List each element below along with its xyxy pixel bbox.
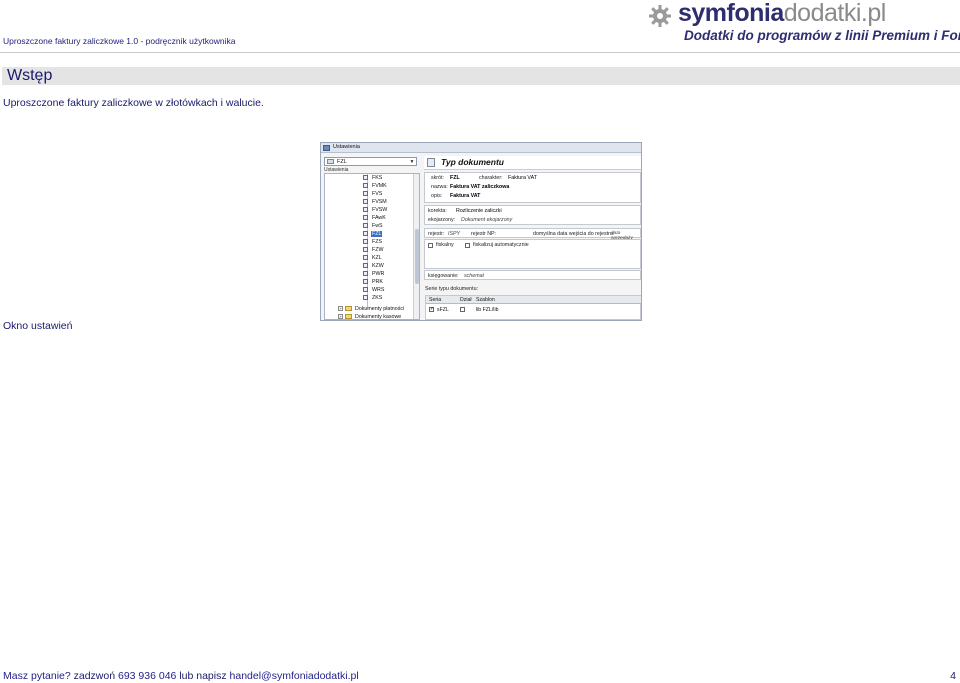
expand-icon: + (338, 314, 343, 319)
intro-paragraph: Uproszczone faktury zaliczkowe w złotówk… (3, 97, 264, 109)
tree-item: PWR (363, 271, 385, 279)
fiskalizuj-checkbox (465, 243, 470, 248)
rejestr-group: rejestr: ISPY rejestr NP: domyślna data … (424, 228, 641, 241)
tree-item: FVSM (363, 199, 388, 207)
document-type-combo: FZL ▼ (324, 157, 417, 166)
tree-item: WRS (363, 287, 385, 295)
korekta-group: korekta: Rozliczenie zaliczki ekojarzony… (424, 205, 641, 225)
section-heading-bar: Wstęp (2, 67, 960, 85)
series-caption: Serie typu dokumentu: (425, 286, 478, 292)
series-row-checkbox (429, 306, 434, 312)
series-table: Seria Dział Szablon sFZL lib FZL/lib (425, 295, 641, 320)
tree-node: + Dokumenty płatności (338, 306, 405, 312)
document-icon (363, 199, 368, 204)
footer-contact: Masz pytanie? zadzwoń 693 936 046 lub na… (3, 670, 359, 682)
scrollbar-thumb (415, 229, 419, 284)
document-header: Uproszczone faktury zaliczkowe 1.0 - pod… (0, 0, 960, 53)
tree-item: FVMK (363, 183, 388, 191)
document-icon (363, 239, 368, 244)
settings-window-screenshot: Ustawienia FZL ▼ Ustawienia FKS FVMK FVS… (320, 142, 642, 321)
folder-icon (345, 314, 352, 319)
document-icon (363, 287, 368, 292)
page-number: 4 (950, 670, 956, 682)
rejestr-value: ISPY (448, 231, 461, 237)
dzial-checkbox (460, 307, 465, 312)
opis-value: Faktura VAT (450, 193, 481, 199)
fiskalny-checkbox (428, 243, 433, 248)
window-icon (323, 145, 330, 151)
tree-node: + Dokumenty kasowe (338, 314, 402, 320)
tree-item: KZW (363, 263, 385, 271)
gear-icon (649, 5, 671, 27)
korekta-value: Rozliczenie zaliczki (456, 208, 502, 214)
ksiegowanie-value: schemat (464, 273, 485, 279)
phone-number[interactable]: 693 936 046 (118, 670, 176, 682)
charakter-value: Faktura VAT (508, 175, 537, 181)
tree-item: ZKS (363, 295, 383, 303)
series-table-header: Seria Dział Szablon (426, 296, 641, 304)
document-icon (363, 263, 368, 268)
series-name-cell: sFZL (437, 307, 449, 313)
footer-question: Masz pytanie? (3, 670, 71, 682)
document-title: Uproszczone faktury zaliczkowe 1.0 - pod… (3, 36, 236, 46)
basic-fields-group: skrót: FZL charakter: Faktura VAT nazwa:… (424, 172, 641, 203)
ksiegowanie-group: księgowanie: schemat (424, 270, 641, 280)
symfoniadodatki-logo: symfoniadodatki.pl Dodatki do programów … (648, 0, 960, 47)
section-title: Wstęp (7, 67, 53, 84)
document-icon (363, 255, 368, 260)
window-title: Ustawienia (333, 144, 360, 150)
nazwa-value: Faktura VAT zaliczkowa (450, 184, 510, 190)
footer-or-text: lub napisz (179, 670, 227, 682)
document-icon (363, 183, 368, 188)
tree-item: KZL (363, 255, 383, 263)
series-template-cell: lib FZL/lib (476, 307, 499, 313)
combo-value: FZL (337, 159, 347, 165)
ekojarzony-value: Dokument ekojarzony (461, 217, 513, 223)
window-titlebar: Ustawienia (321, 143, 641, 153)
document-icon (363, 271, 368, 276)
tree-item: PRK (363, 279, 384, 287)
logo-tagline: Dodatki do programów z linii Premium i F… (684, 28, 960, 43)
panel-title: Typ dokumentu (441, 157, 504, 167)
document-icon (363, 279, 368, 284)
tree-item: FKS (363, 175, 383, 183)
document-icon (363, 175, 368, 180)
tree-item-selected: FZL (363, 231, 383, 239)
skrot-value: FZL (450, 175, 460, 181)
tree-item: FVS (363, 191, 383, 199)
logo-wordmark: symfoniadodatki.pl (678, 0, 886, 27)
document-icon (363, 247, 368, 252)
tree-item: FZW (363, 247, 384, 255)
expand-icon: + (338, 306, 343, 311)
tree-item: FZS (363, 239, 383, 247)
document-icon (327, 159, 334, 164)
tree-item: FVSW (363, 207, 388, 215)
document-icon (363, 207, 368, 212)
fiscal-group: fiskalny fiskalizuj automatycznie (424, 239, 641, 269)
document-icon (363, 295, 368, 300)
chevron-down-icon: ▼ (409, 159, 415, 165)
panel-header: Typ dokumentu (424, 156, 641, 170)
document-icon (363, 215, 368, 220)
footer-call-text: zadzwoń (73, 670, 116, 682)
tree-scrollbar (413, 174, 419, 319)
email-link[interactable]: handel@symfoniadodatki.pl (230, 670, 359, 682)
document-icon (363, 223, 368, 228)
document-icon (363, 231, 368, 236)
tree-item: FwS (363, 223, 384, 231)
tree-item: FAwK (363, 215, 387, 223)
document-icon (427, 158, 435, 167)
settings-tree: FKS FVMK FVS FVSM FVSW FAwK FwS FZL FZS … (324, 173, 420, 320)
folder-icon (345, 306, 352, 311)
figure-caption: Okno ustawień (3, 320, 73, 332)
header-divider (0, 52, 960, 53)
document-icon (363, 191, 368, 196)
